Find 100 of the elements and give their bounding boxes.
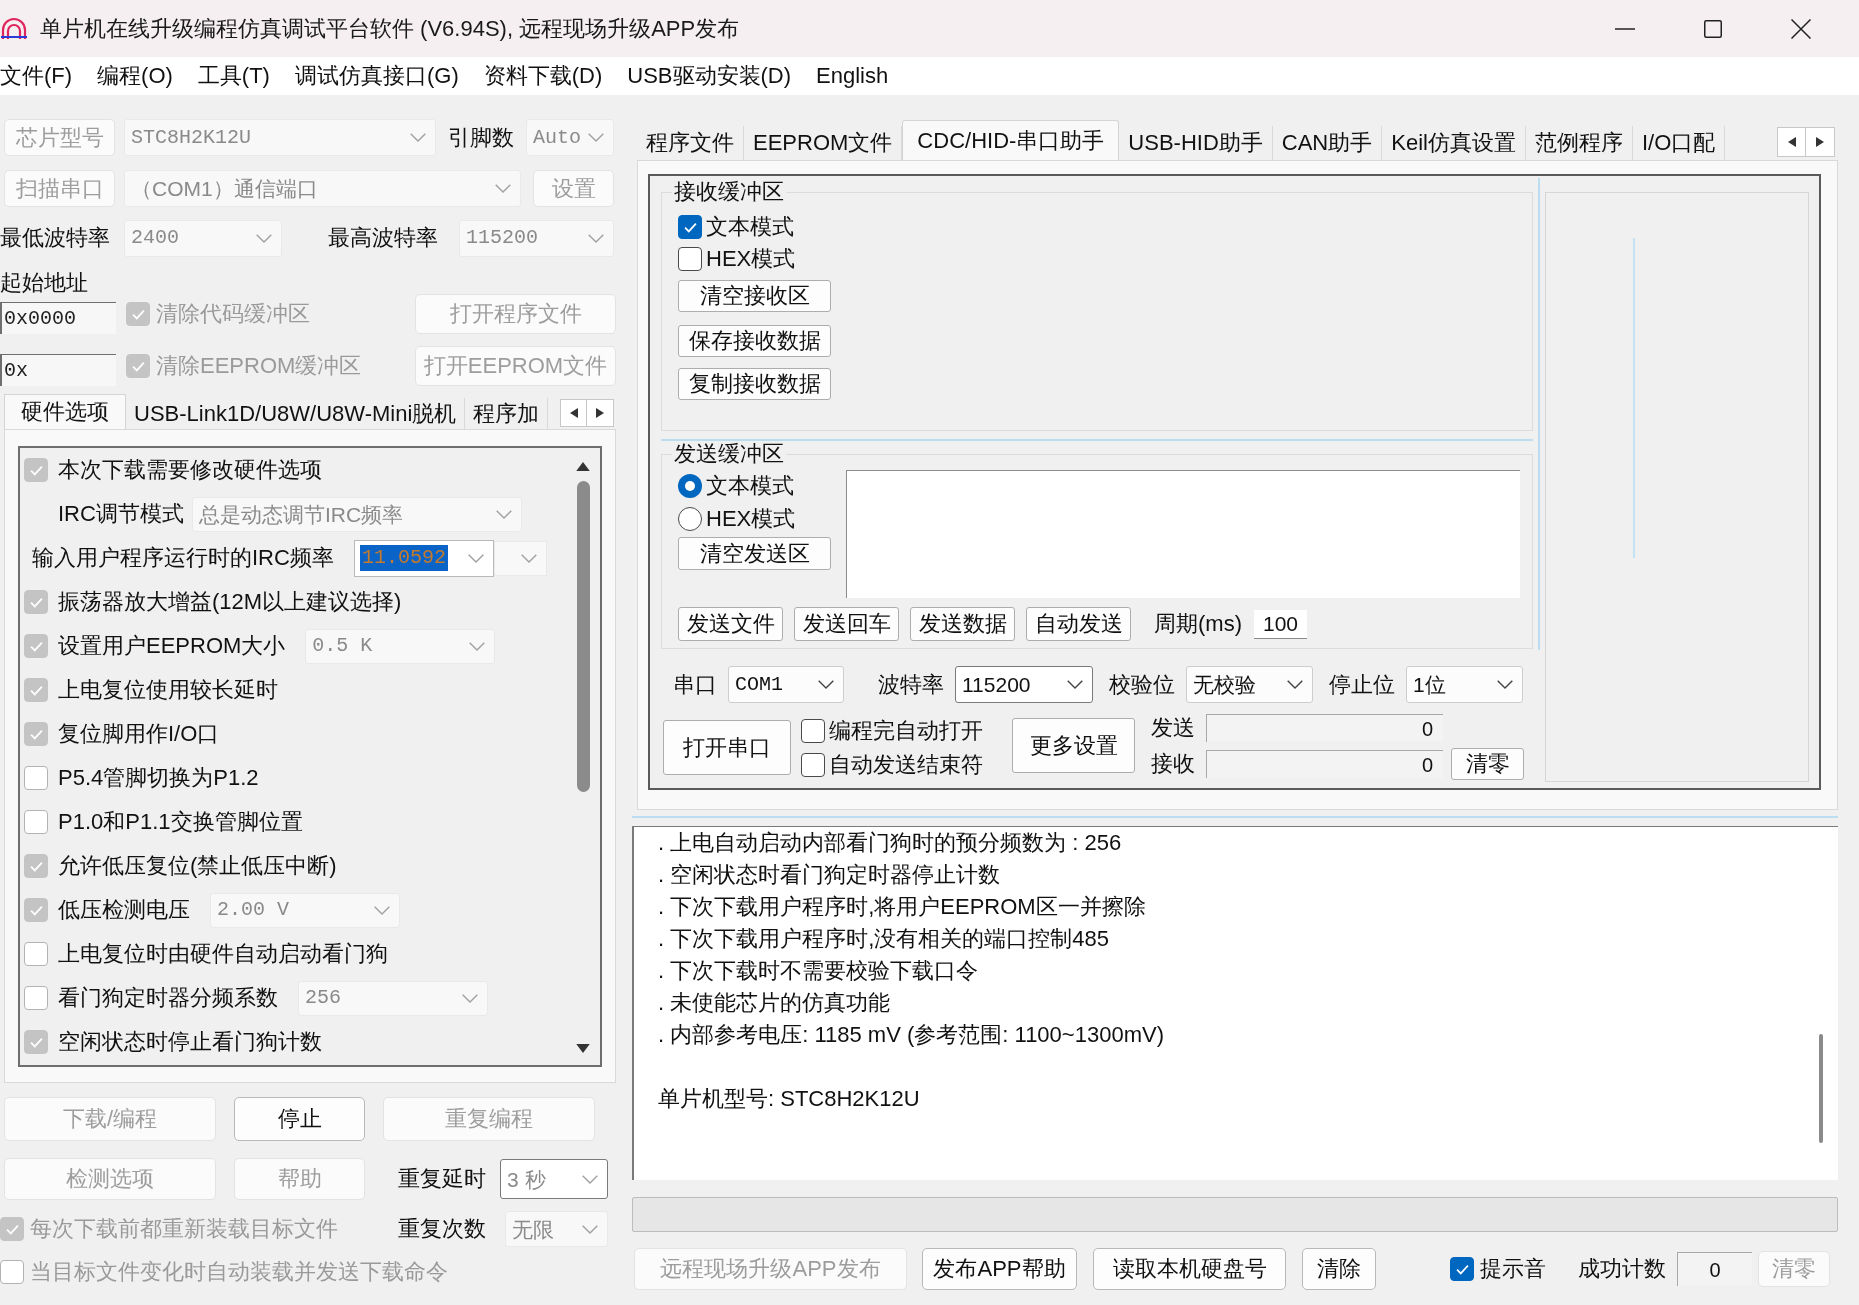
- send-action-button[interactable]: 自动发送: [1026, 607, 1131, 641]
- option-label: 当目标文件变化时自动装载并发送下载命令: [30, 1261, 448, 1283]
- publish-help-button[interactable]: 发布APP帮助: [922, 1248, 1077, 1290]
- option-label: 清除EEPROM缓冲区: [156, 355, 362, 377]
- menu-item[interactable]: 文件(F): [0, 65, 73, 87]
- tab-scroll-left-button[interactable]: [560, 399, 587, 427]
- chevron-down-icon: [410, 133, 426, 142]
- menu-item[interactable]: 编程(O): [97, 65, 173, 87]
- radio-button[interactable]: [678, 507, 702, 531]
- field-label: 串口: [673, 673, 717, 696]
- option-label: 允许低压复位(禁止低压中断): [58, 855, 337, 877]
- menu-item[interactable]: USB驱动安装(D): [627, 65, 792, 87]
- field-label: 停止位: [1329, 673, 1395, 696]
- tab-scroll-left-button[interactable]: [1777, 127, 1806, 157]
- log-line: . 空闲状态时看门狗定时器停止计数: [658, 864, 1001, 886]
- receive-action-button[interactable]: 清空接收区: [678, 280, 831, 312]
- check-icon: [29, 684, 43, 696]
- more-settings-button[interactable]: 更多设置: [1012, 718, 1135, 773]
- read-disk-id-button[interactable]: 读取本机硬盘号: [1093, 1248, 1286, 1290]
- tab-scroll-right-button[interactable]: [587, 399, 614, 427]
- check-icon: [1455, 1263, 1469, 1275]
- period-label: 周期(ms): [1154, 613, 1242, 635]
- success-count-label: 成功计数: [1578, 1258, 1666, 1280]
- counter-field: 0: [1206, 714, 1443, 742]
- dropdown[interactable]: COM1: [728, 666, 844, 703]
- dropdown[interactable]: 无校验: [1186, 666, 1313, 703]
- tab-scroll-right-button[interactable]: [1806, 127, 1835, 157]
- chevron-down-icon: [469, 641, 486, 651]
- chevron-down-icon: [818, 680, 834, 689]
- check-icon: [29, 860, 43, 872]
- receive-action-button[interactable]: 保存接收数据: [678, 325, 831, 357]
- option-label: 编程完自动打开: [829, 720, 983, 742]
- chevron-down-icon: [1067, 680, 1083, 689]
- caret-right-icon: [596, 408, 604, 418]
- chevron-down-icon: [520, 553, 537, 563]
- option-label: 清除代码缓冲区: [156, 303, 310, 325]
- log-line: . 上电自动启动内部看门狗时的预分频数为 : 256: [658, 832, 1122, 854]
- option-label: 提示音: [1480, 1258, 1546, 1280]
- counter-field: 0: [1206, 750, 1443, 778]
- checkbox[interactable]: [678, 247, 702, 271]
- checkbox[interactable]: [801, 719, 825, 743]
- dropdown[interactable]: 115200: [955, 666, 1093, 703]
- send-action-button[interactable]: 发送文件: [678, 607, 783, 641]
- stop-button[interactable]: 停止: [234, 1097, 365, 1141]
- option-label: 空闲状态时停止看门狗计数: [58, 1031, 322, 1053]
- log-line: 单片机型号: STC8H2K12U: [658, 1088, 920, 1110]
- menu-item[interactable]: 工具(T): [197, 65, 270, 87]
- checkbox[interactable]: [801, 753, 825, 777]
- receive-action-button[interactable]: 复制接收数据: [678, 368, 831, 400]
- chevron-down-icon: [582, 1224, 598, 1234]
- scroll-down-icon[interactable]: [576, 1044, 590, 1053]
- option-label: 上电复位使用较长延时: [58, 679, 278, 701]
- check-icon: [29, 596, 43, 608]
- menu-item[interactable]: 资料下载(D): [483, 65, 603, 87]
- group-title: 发送缓冲区: [672, 441, 786, 467]
- tab[interactable]: 硬件选项: [4, 394, 126, 429]
- check-icon: [131, 360, 145, 372]
- check-icon: [29, 1036, 43, 1048]
- option-label: 本次下载需要修改硬件选项: [58, 459, 322, 481]
- selected-text: 11.0592: [359, 545, 448, 571]
- tab[interactable]: CDC/HID-串口助手: [902, 120, 1120, 160]
- chevron-down-icon: [495, 509, 512, 519]
- chevron-down-icon: [1497, 680, 1513, 689]
- radio-button[interactable]: [678, 474, 702, 498]
- option-label: 设置用户EEPROM大小: [58, 635, 286, 657]
- pin-count-label: 引脚数: [448, 126, 515, 149]
- caret-left-icon: [569, 408, 578, 418]
- open-port-button[interactable]: 打开串口: [663, 720, 791, 775]
- clear-send-button[interactable]: 清空发送区: [678, 537, 831, 570]
- period-field[interactable]: 100: [1254, 609, 1307, 639]
- repeat-count-label: 重复次数: [398, 1218, 487, 1240]
- app-logo-icon: [1, 16, 27, 41]
- scrollbar-thumb[interactable]: [1819, 1034, 1823, 1143]
- reset-counter-button[interactable]: 清零: [1451, 748, 1524, 780]
- group-title: 接收缓冲区: [672, 179, 786, 205]
- scroll-up-icon[interactable]: [576, 462, 590, 471]
- check-icon: [29, 464, 43, 476]
- repeat-delay-label: 重复延时: [398, 1168, 487, 1190]
- option-label: 自动发送结束符: [829, 754, 983, 776]
- menu-item[interactable]: 调试仿真接口(G): [294, 65, 459, 87]
- chevron-down-icon: [462, 993, 478, 1003]
- option-label: P1.0和P1.1交换管脚位置: [58, 811, 303, 833]
- dropdown[interactable]: 1位: [1406, 666, 1523, 703]
- menu-item[interactable]: English: [816, 65, 889, 87]
- option-label: HEX模式: [706, 248, 796, 270]
- chevron-down-icon: [1287, 680, 1303, 689]
- checkbox[interactable]: [678, 215, 702, 239]
- field-label: 校验位: [1109, 673, 1175, 696]
- scrollbar-thumb[interactable]: [576, 481, 590, 792]
- chevron-down-icon: [374, 905, 390, 915]
- check-icon: [131, 308, 145, 320]
- window-title: 单片机在线升级编程仿真调试平台软件 (V6.94S), 远程现场升级APP发布: [40, 17, 740, 40]
- clear-button[interactable]: 清除: [1302, 1248, 1376, 1290]
- chevron-down-icon: [588, 233, 604, 243]
- chevron-down-icon: [588, 133, 604, 142]
- checkbox[interactable]: [1450, 1257, 1474, 1281]
- send-action-button[interactable]: 发送回车: [794, 607, 899, 641]
- chevron-down-icon: [256, 233, 272, 243]
- send-action-button[interactable]: 发送数据: [910, 607, 1015, 641]
- option-label: 文本模式: [706, 216, 794, 238]
